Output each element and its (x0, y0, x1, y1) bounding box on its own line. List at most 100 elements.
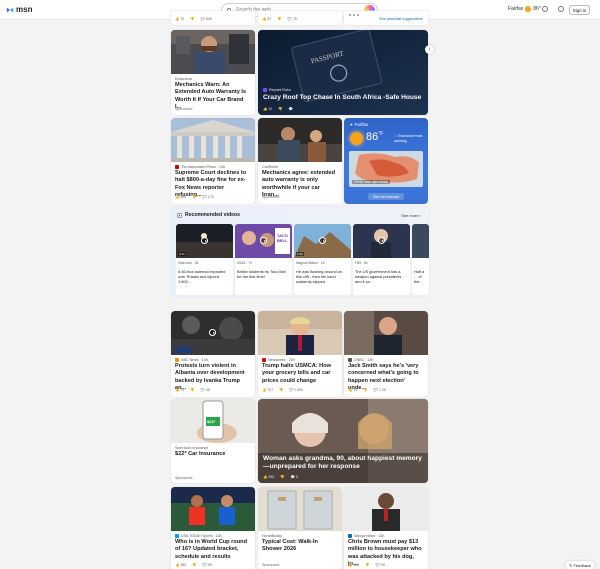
carousel-next-button[interactable]: › (425, 45, 434, 54)
map-alert-label[interactable]: Check more alert details (352, 180, 391, 184)
weather-location[interactable]: ⌖ Fairfax (350, 122, 368, 127)
partial-card-a[interactable]: 👍 70 👎 💬 549 (171, 11, 255, 25)
dislike-icon[interactable]: 👎 (192, 563, 196, 567)
video-card[interactable]: FBS · 8h The US government has a weapon … (353, 224, 410, 295)
video-title[interactable]: The US government has a weapon against p… (355, 269, 408, 284)
weather-alert[interactable]: ⚠ Excessive heat warning (394, 134, 424, 143)
play-icon[interactable] (201, 237, 208, 244)
worldcup-card[interactable]: USA TODAY Sports · 13h Who is in World C… (171, 487, 255, 569)
comment-icon[interactable]: 💬 (289, 107, 293, 111)
like-icon[interactable]: 👍 896 (175, 195, 186, 199)
comment-icon[interactable]: 💬 6 (291, 475, 298, 479)
albania-card[interactable]: NBC News · 13h Protests turn violent in … (171, 311, 255, 397)
comment-icon[interactable]: 💬 549 (201, 17, 212, 21)
sponsored-label: Sponsored (175, 476, 193, 480)
weather-widget[interactable]: ⌖ Fairfax 86°F ⚠ Excessive heat warning C… (344, 118, 428, 204)
video-card[interactable]: 0:41 Vindi.com · 3d A 60-foot asteroid e… (176, 224, 233, 295)
comment-icon[interactable]: 💬 76 (288, 17, 297, 21)
jacksmith-card[interactable]: CNBC · 13h Jack Smith says he's 'very co… (344, 311, 428, 397)
card-title[interactable]: Crazy Roof Top Chase In South Africa -Sa… (263, 94, 423, 102)
like-icon[interactable]: 👍 87 (262, 17, 271, 21)
card-title[interactable]: Typical Cost: Walk-In Shower 2026 (262, 539, 338, 554)
partial-card-c[interactable]: See watchlist suggestions (344, 11, 428, 25)
settings-icon[interactable] (558, 6, 564, 12)
card-actions: 👍 707 👎 💬 1390 (262, 388, 303, 392)
like-icon[interactable]: 👍 74 (175, 388, 184, 392)
dislike-icon[interactable]: 👎 (278, 107, 282, 111)
see-more-link[interactable]: See more › (401, 213, 421, 218)
play-icon[interactable] (209, 329, 216, 336)
passport-image: PASSPORT (258, 30, 428, 115)
warranty-card[interactable]: Endurance Mechanics Warn: An Extended Au… (171, 30, 255, 115)
like-icon[interactable]: 👍 696 (263, 475, 274, 479)
watchlist-link[interactable]: See watchlist suggestions (379, 17, 423, 21)
sponsored-label: Sponsored (262, 563, 280, 567)
play-icon[interactable] (260, 237, 267, 244)
video-title[interactable]: Half a ... of the... (414, 269, 428, 284)
comment-icon[interactable]: 💬 1.2K (374, 388, 387, 392)
video-thumb (412, 224, 429, 258)
play-icon[interactable] (378, 237, 385, 244)
card-title[interactable]: $22* Car Insurance (175, 451, 251, 458)
like-icon[interactable]: 👍 74 (348, 388, 357, 392)
comment-icon[interactable]: 💬 170 (203, 195, 214, 199)
dislike-icon[interactable]: 👎 (192, 195, 196, 199)
dislike-icon[interactable]: 👎 (190, 17, 194, 21)
like-icon[interactable]: 👍 10 (263, 107, 272, 111)
video-source: USA3 · 7h (237, 261, 252, 265)
chrisbrown-card[interactable]: Satoya News · 13h Chris Brown must pay $… (344, 487, 428, 569)
comment-icon[interactable]: 💬 48 (201, 388, 210, 392)
card-title[interactable]: Who is in World Cup round of 16? Updated… (175, 539, 251, 561)
dislike-icon[interactable]: 👎 (280, 475, 284, 479)
card-title[interactable]: Trump halts USMCA: How your grocery bill… (262, 363, 338, 385)
weather-temp: 86°F (366, 131, 384, 143)
recommended-videos: Recommended videos See more › 0:41 Vindi… (171, 207, 429, 296)
video-card[interactable]: 1:42 Magnus Mahoo · 1d He was flushing a… (294, 224, 351, 295)
like-icon[interactable]: 👍 285 (175, 563, 186, 567)
warranty-image (171, 30, 255, 74)
usmca-card[interactable]: Newsweek · 22h Trump halts USMCA: How yo… (258, 311, 342, 397)
card-title[interactable]: Woman asks grandma, 90, about happiest m… (263, 455, 423, 471)
passport-hero-card[interactable]: PASSPORT Repoint Roku Crazy Roof Top Cha… (258, 30, 428, 115)
comment-icon[interactable]: 💬 99 (376, 563, 385, 567)
scotus-card[interactable]: The Associated Press · 13h Supreme Court… (171, 118, 255, 204)
sun-icon (525, 6, 532, 12)
mechanics-card[interactable]: CarShield Mechanics agree: extended auto… (258, 118, 342, 204)
msn-logo[interactable]: msn (6, 5, 32, 14)
dislike-icon[interactable]: 👎 (363, 388, 367, 392)
dislike-icon[interactable]: 👎 (277, 17, 281, 21)
play-icon[interactable] (319, 237, 326, 244)
shower-card[interactable]: HomeBuddy Typical Cost: Walk-In Shower 2… (258, 487, 342, 569)
video-duration: 0:41 (178, 252, 186, 256)
video-title[interactable]: A 60-foot asteroid exploded over Russia … (178, 269, 231, 284)
card-source: HomeBuddy (262, 534, 282, 538)
video-duration: 1:42 (296, 252, 304, 256)
card-source: Save Auto Insurance (175, 446, 209, 450)
comment-icon[interactable]: 💬 1390 (290, 388, 303, 392)
video-title[interactable]: He was flushing around on this cliff - t… (296, 269, 349, 284)
like-icon[interactable]: 👍 168 (348, 563, 359, 567)
video-source: Vindi.com · 3d (178, 261, 199, 265)
like-icon[interactable]: 👍 70 (175, 17, 184, 21)
card-source: Endurance (175, 77, 193, 81)
comment-icon[interactable]: 💬 95 (203, 563, 212, 567)
sunny-icon (350, 132, 363, 145)
dislike-icon[interactable]: 👎 (279, 388, 283, 392)
insurance-card[interactable]: $22* Save Auto Insurance $22* Car Insura… (171, 399, 255, 483)
video-card[interactable]: TACO BELL USA3 · 7h British students try… (235, 224, 292, 295)
header-weather[interactable]: Fairfax 86° (508, 6, 541, 12)
partial-card-b[interactable]: 👍 87 👎 💬 76 (258, 11, 342, 25)
video-icon (177, 213, 182, 217)
pager-dots (349, 14, 359, 16)
like-icon[interactable]: 👍 707 (262, 388, 273, 392)
video-title[interactable]: British students try Taco Bell for the f… (237, 269, 290, 279)
feedback-button[interactable]: ✎ Feedback (566, 561, 594, 569)
grandma-hero-card[interactable]: Woman asks grandma, 90, about happiest m… (258, 399, 428, 483)
dislike-icon[interactable]: 👎 (190, 388, 194, 392)
sponsored-label: Sponsored (175, 107, 193, 111)
sign-in-button[interactable]: Sign in (569, 5, 590, 15)
full-forecast-button[interactable]: See full forecast (368, 193, 404, 200)
notification-icon[interactable] (542, 6, 548, 12)
dislike-icon[interactable]: 👎 (365, 563, 369, 567)
video-card-partial[interactable]: Half a ... of the... (412, 224, 429, 295)
